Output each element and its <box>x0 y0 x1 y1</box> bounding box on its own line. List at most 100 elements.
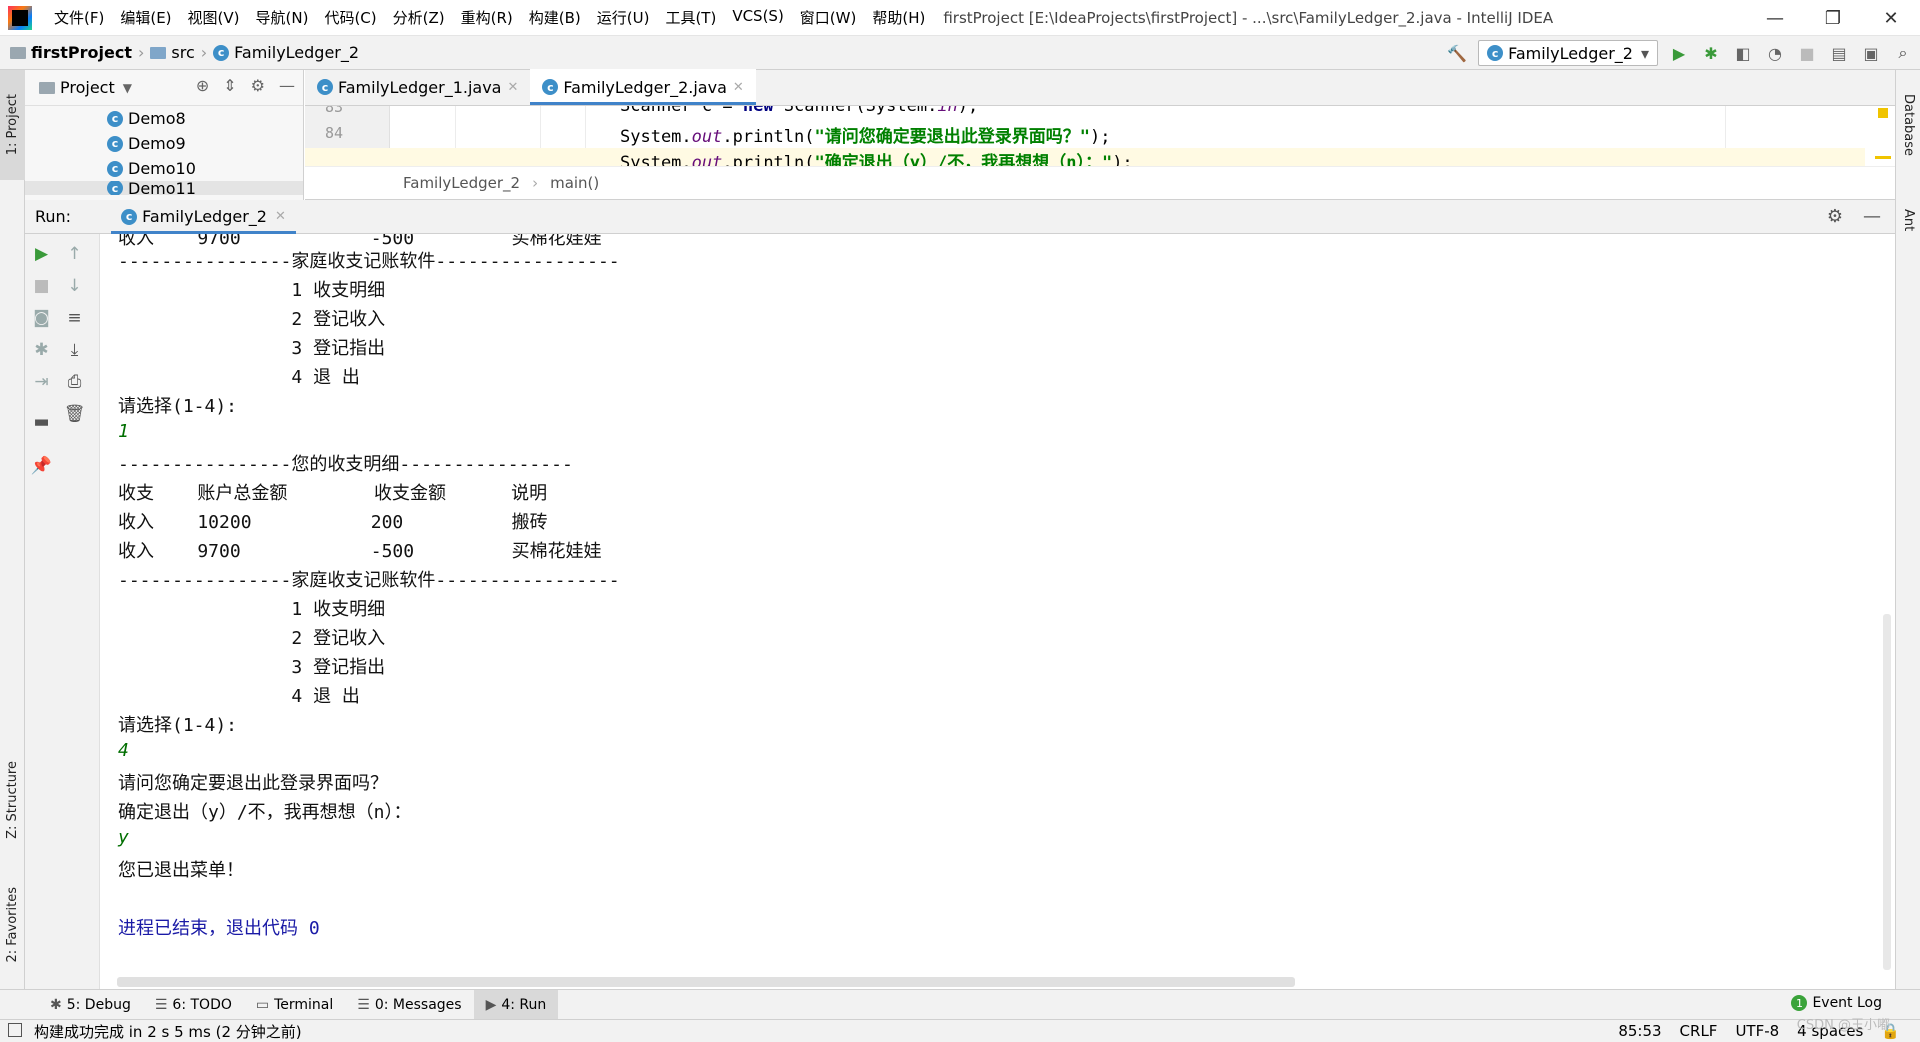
tab-run[interactable]: ▶ 4: Run <box>473 989 559 1020</box>
breadcrumb-method[interactable]: main() <box>550 174 599 192</box>
tab-favorites[interactable]: 2: Favorites <box>0 870 25 980</box>
left-tool-stripe: 1: Project Z: Structure 2: Favorites <box>0 70 25 1022</box>
chevron-down-icon[interactable]: ▼ <box>123 81 132 95</box>
search-icon[interactable]: ⌕ <box>1892 42 1914 64</box>
close-button[interactable]: ✕ <box>1862 0 1920 36</box>
minimize-button[interactable]: — <box>1746 0 1804 36</box>
menu-window[interactable]: 窗口(W) <box>792 7 865 28</box>
menu-build[interactable]: 构建(B) <box>521 7 589 28</box>
hide-icon[interactable]: — <box>1863 206 1881 227</box>
run-icon[interactable]: ▶ <box>1668 42 1690 64</box>
tab-terminal[interactable]: ▭ Terminal <box>244 990 345 1020</box>
run-panel-header: Run: c FamilyLedger_2 ✕ ⚙ — <box>25 200 1895 234</box>
tab-database[interactable]: Database <box>1896 80 1920 170</box>
code-keyword: new <box>742 106 774 116</box>
run-tab[interactable]: c FamilyLedger_2 ✕ <box>111 200 296 234</box>
tree-item-label: Demo9 <box>128 134 186 153</box>
tree-item[interactable]: c Demo9 <box>25 131 303 156</box>
stop-icon[interactable]: ■ <box>25 276 58 296</box>
coverage-icon[interactable]: ◧ <box>1732 42 1754 64</box>
print-icon[interactable]: ⎙ <box>58 372 91 392</box>
close-tab-icon[interactable]: ✕ <box>275 209 286 224</box>
profile-icon[interactable]: ◔ <box>1764 42 1786 64</box>
hide-icon[interactable]: — <box>279 76 295 95</box>
debug-icon[interactable]: ✱ <box>25 340 58 360</box>
event-log-button[interactable]: 1 Event Log <box>1791 995 1882 1011</box>
run-config-select[interactable]: c FamilyLedger_2 ▾ <box>1478 40 1658 66</box>
code-text: Scanner(System. <box>773 106 938 116</box>
menu-view[interactable]: 视图(V) <box>180 7 248 28</box>
menu-tools[interactable]: 工具(T) <box>657 7 724 28</box>
tab-todo[interactable]: ☰ 6: TODO <box>143 990 244 1020</box>
locate-icon[interactable]: ⊕ <box>196 76 209 95</box>
menu-refactor[interactable]: 重构(R) <box>453 7 521 28</box>
close-tab-icon[interactable]: ✕ <box>733 80 744 95</box>
file-encoding[interactable]: UTF-8 <box>1735 1022 1779 1040</box>
tab-ant[interactable]: Ant <box>1896 190 1920 250</box>
gear-icon[interactable]: ⚙ <box>251 76 265 95</box>
tab-familyledger-1[interactable]: c FamilyLedger_1.java ✕ <box>305 69 530 105</box>
process-exit-line: 进程已结束，退出代码 0 <box>118 918 320 939</box>
crumb-src[interactable]: src <box>171 43 194 62</box>
gear-icon[interactable]: ⚙ <box>1827 206 1843 227</box>
layout-icon[interactable]: ▬ <box>25 412 58 432</box>
crumb-file[interactable]: FamilyLedger_2 <box>234 43 359 62</box>
project-structure-icon[interactable]: ▤ <box>1828 42 1850 64</box>
horizontal-scrollbar[interactable] <box>117 977 1295 987</box>
stop-icon[interactable]: ■ <box>1796 42 1818 64</box>
menu-vcs[interactable]: VCS(S) <box>724 7 791 28</box>
tab-project[interactable]: 1: Project <box>0 70 25 180</box>
project-view-select[interactable]: Project <box>60 78 115 97</box>
tab-messages-label: 0: Messages <box>374 996 462 1013</box>
menu-navigate[interactable]: 导航(N) <box>248 7 317 28</box>
code-text: ); <box>1112 153 1133 166</box>
menu-help[interactable]: 帮助(H) <box>864 7 933 28</box>
tab-debug[interactable]: ✱ 5: Debug <box>38 990 143 1020</box>
rerun-icon[interactable]: ▶ <box>25 244 58 264</box>
tree-item[interactable]: c Demo8 <box>25 106 303 131</box>
menu-edit[interactable]: 编辑(E) <box>112 7 179 28</box>
scroll-to-end-icon[interactable]: ⤓ <box>58 340 91 360</box>
pin-icon[interactable]: 📌 <box>25 456 58 476</box>
build-hammer-icon[interactable]: 🔨 <box>1446 42 1468 64</box>
collapse-all-icon[interactable]: ⇕ <box>223 76 236 95</box>
menu-file[interactable]: 文件(F) <box>46 7 112 28</box>
right-tool-stripe: Database Ant <box>1895 70 1920 1022</box>
tree-item[interactable]: c Demo11 <box>25 181 303 195</box>
code-text: .println( <box>722 153 815 166</box>
menu-run[interactable]: 运行(U) <box>589 7 658 28</box>
messages-icon: ☰ <box>357 996 370 1013</box>
warning-marker-icon[interactable] <box>1878 108 1888 118</box>
crumb-project[interactable]: firstProject <box>31 43 132 62</box>
arrow-up-icon[interactable]: ↑ <box>58 244 91 264</box>
code-editor[interactable]: 83 84 85 Scanner c = new Scanner(System.… <box>305 106 1895 166</box>
menu-code[interactable]: 代码(C) <box>316 7 384 28</box>
caret-position[interactable]: 85:53 <box>1618 1022 1661 1040</box>
console-output[interactable]: 收入 9700 -500 买棉花娃娃 ----------------家庭收支记… <box>100 234 1895 989</box>
tab-familyledger-2[interactable]: c FamilyLedger_2.java ✕ <box>530 69 757 105</box>
camera-icon[interactable]: ◙ <box>25 308 58 328</box>
tab-messages[interactable]: ☰ 0: Messages <box>345 990 473 1020</box>
close-tab-icon[interactable]: ✕ <box>507 80 518 95</box>
exit-icon[interactable]: ⇥ <box>25 372 58 392</box>
status-toggle-icon[interactable] <box>8 1023 22 1037</box>
breadcrumb-class[interactable]: FamilyLedger_2 <box>403 174 520 192</box>
tree-item[interactable]: c Demo10 <box>25 156 303 181</box>
restore-button[interactable]: ❐ <box>1804 0 1862 36</box>
tab-favorites-label: 2: Favorites <box>5 887 20 963</box>
debug-icon[interactable]: ✱ <box>1700 42 1722 64</box>
menu-analyze[interactable]: 分析(Z) <box>385 7 453 28</box>
layout-icon[interactable]: ▣ <box>1860 42 1882 64</box>
trash-icon[interactable]: 🗑 <box>58 404 91 424</box>
tab-todo-label: 6: TODO <box>172 996 232 1013</box>
console-line: 确定退出（y）/不，我再想想（n）： <box>118 802 412 823</box>
arrow-down-icon[interactable]: ↓ <box>58 276 91 296</box>
tab-structure[interactable]: Z: Structure <box>0 750 25 850</box>
project-folder-icon <box>10 46 26 59</box>
error-stripe-mark[interactable] <box>1875 156 1891 159</box>
soft-wrap-icon[interactable]: ≡ <box>58 308 91 328</box>
status-message[interactable]: 构建成功完成 in 2 s 5 ms (2 分钟之前) <box>34 1021 302 1042</box>
project-tree: c Demo8 c Demo9 c Demo10 c Demo11 <box>25 106 303 195</box>
line-separator[interactable]: CRLF <box>1680 1022 1718 1040</box>
vertical-scrollbar[interactable] <box>1883 614 1891 970</box>
